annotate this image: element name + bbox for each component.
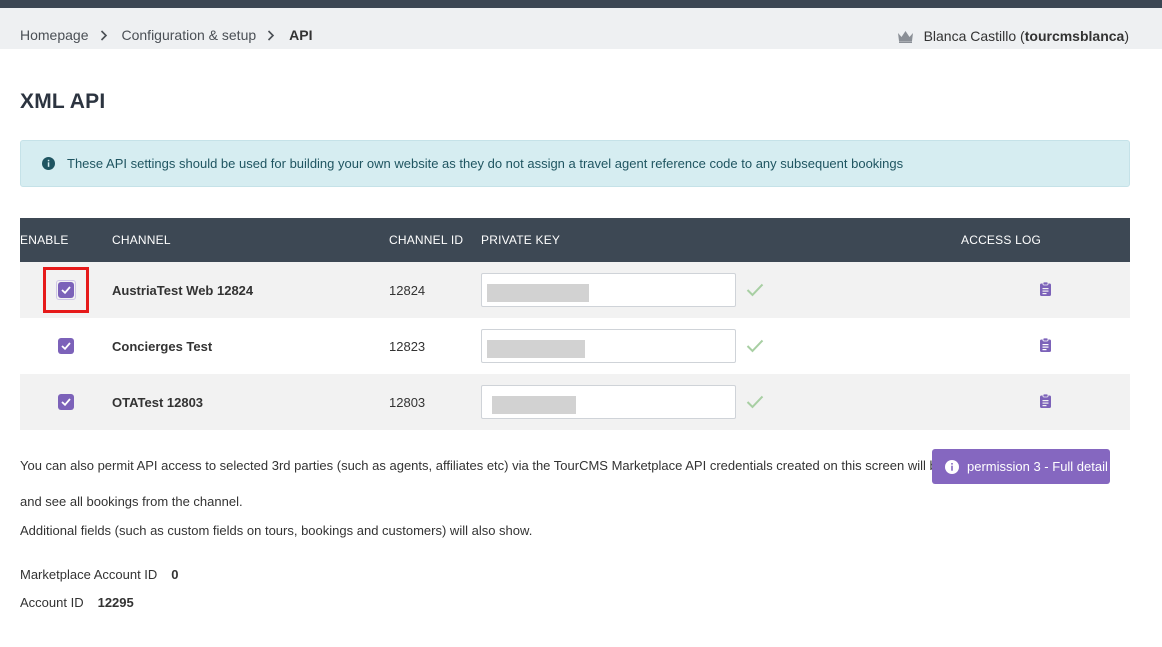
info-circle-icon (42, 157, 55, 170)
clipboard-icon[interactable] (1040, 281, 1051, 296)
access-log-cell (961, 374, 1130, 430)
channel-name: Concierges Test (112, 318, 389, 374)
header-enable: ENABLE (20, 218, 112, 262)
enable-cell (20, 374, 112, 430)
header-channel-id: CHANNEL ID (389, 218, 481, 262)
check-icon (61, 398, 71, 407)
enable-checkbox[interactable] (58, 394, 74, 411)
access-log-cell (961, 318, 1130, 374)
channel-id: 12823 (389, 318, 481, 374)
chevron-right-icon (267, 29, 279, 41)
marketplace-text-continued: and see all bookings from the channel. (20, 494, 243, 509)
additional-fields-text: Additional fields (such as custom fields… (20, 523, 533, 538)
table-row: AustriaTest Web 12824 12824 (20, 262, 1130, 318)
marketplace-account-label: Marketplace Account ID (20, 567, 158, 582)
channel-id: 12803 (389, 374, 481, 430)
marketplace-text: You can also permit API access to select… (20, 458, 944, 473)
page-title: XML API (20, 90, 106, 113)
check-icon (746, 395, 763, 409)
user-name: Blanca Castillo (923, 28, 1017, 44)
table-row: OTATest 12803 12803 (20, 374, 1130, 430)
account-value: 12295 (97, 595, 134, 610)
check-icon (61, 286, 71, 295)
table-header-row: ENABLE CHANNEL CHANNEL ID PRIVATE KEY AC… (20, 218, 1130, 262)
permission-button[interactable]: permission 3 - Full detail (932, 449, 1110, 484)
user-menu[interactable]: Blanca Castillo (tourcmsblanca) (897, 28, 1129, 44)
breadcrumb-bar: Homepage Configuration & setup API Blanc… (0, 8, 1162, 49)
redacted-key (487, 340, 585, 358)
check-icon (61, 342, 71, 351)
enable-cell (20, 318, 112, 374)
user-username: tourcmsblanca (1024, 28, 1125, 44)
check-icon (746, 339, 763, 353)
header-channel: CHANNEL (112, 218, 389, 262)
info-circle-icon (945, 459, 959, 474)
channel-name: OTATest 12803 (112, 374, 389, 430)
header-access-log: ACCESS LOG (961, 218, 1130, 262)
redacted-key (487, 284, 589, 302)
channel-name: AustriaTest Web 12824 (112, 262, 389, 318)
clipboard-icon[interactable] (1040, 393, 1051, 408)
redacted-key (492, 396, 576, 414)
account-row: Account ID 12295 (20, 595, 134, 610)
private-key-field[interactable] (481, 273, 736, 307)
private-key-cell (481, 262, 961, 318)
marketplace-account-value: 0 (171, 567, 179, 582)
check-icon (746, 283, 763, 297)
enable-checkbox[interactable] (58, 338, 74, 355)
table-row: Concierges Test 12823 (20, 318, 1130, 374)
breadcrumb-current: API (289, 27, 313, 43)
private-key-field[interactable] (481, 329, 736, 363)
channel-id: 12824 (389, 262, 481, 318)
enable-checkbox-wrapper (43, 266, 89, 313)
header-private-key: PRIVATE KEY (481, 218, 961, 262)
private-key-cell (481, 318, 961, 374)
breadcrumb: Homepage Configuration & setup API (20, 27, 312, 43)
breadcrumb-homepage[interactable]: Homepage (20, 27, 89, 43)
enable-checkbox[interactable] (58, 282, 74, 299)
info-text: These API settings should be used for bu… (67, 156, 904, 171)
private-key-cell (481, 374, 961, 430)
api-channels-table: ENABLE CHANNEL CHANNEL ID PRIVATE KEY AC… (20, 218, 1130, 430)
info-alert: These API settings should be used for bu… (20, 140, 1130, 187)
top-strip (0, 0, 1162, 8)
crown-icon (897, 30, 913, 43)
private-key-field[interactable] (481, 385, 736, 419)
account-label: Account ID (20, 595, 84, 610)
access-log-cell (961, 262, 1130, 318)
clipboard-icon[interactable] (1040, 337, 1051, 352)
breadcrumb-configuration[interactable]: Configuration & setup (122, 27, 257, 43)
marketplace-account-row: Marketplace Account ID 0 (20, 567, 179, 582)
enable-cell (20, 262, 112, 318)
chevron-right-icon (100, 29, 112, 41)
permission-button-label: permission 3 - Full detail (967, 459, 1108, 474)
